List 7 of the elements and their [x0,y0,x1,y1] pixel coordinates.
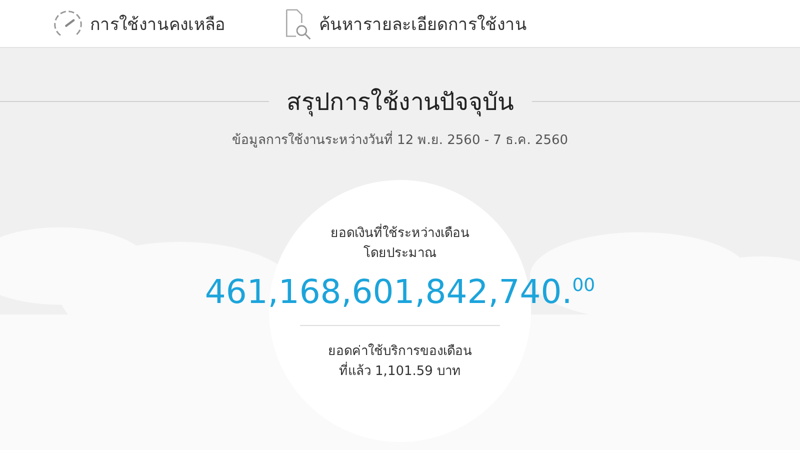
previous-bill-text: ยอดค่าใช้บริการของเดือน ที่แล้ว 1,101.59 บาท [328,342,472,381]
nav-link[interactable]: ค้นหารายละเอียดการใช้งาน [281,8,527,40]
summary-title: สรุปการใช้งานปัจจุบัน [286,87,514,118]
nav-link[interactable]: การใช้งานคงเหลือ [52,8,225,40]
current-amount: 461,168,601,842,740.$^{00}$ [204,272,596,311]
current-usage-label: ยอดเงินที่ใช้ระหว่างเดือน โดยประมาณ [330,224,470,264]
date-range-text: ข้อมูลการใช้งานระหว่างวันที่ 12 พ.ย. 2560 - 7 ธ.ค. 2560 [0,129,800,150]
